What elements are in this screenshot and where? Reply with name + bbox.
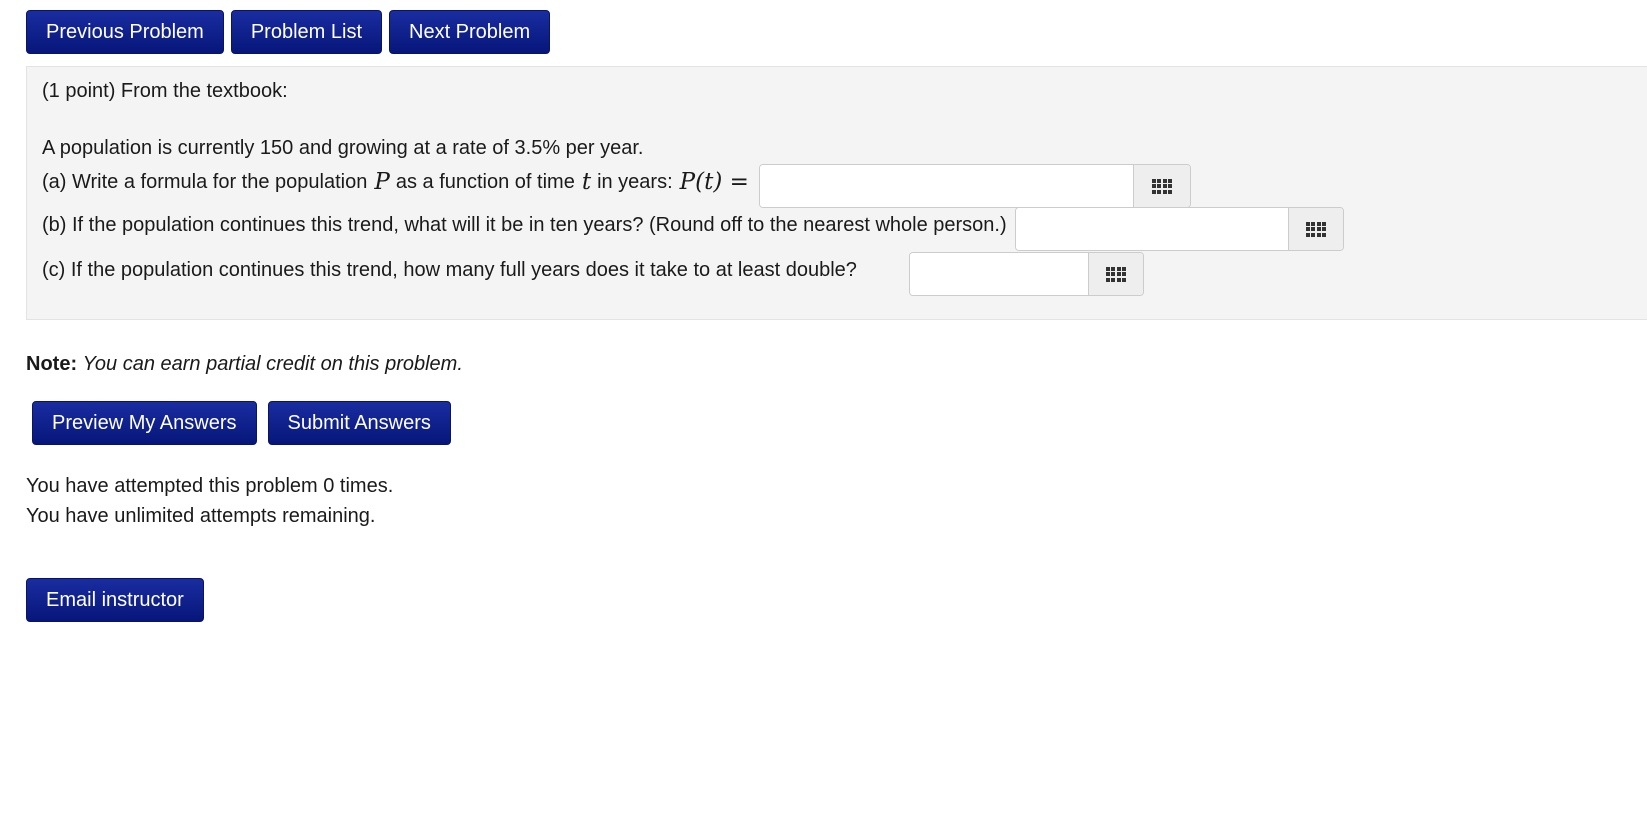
part-b-answer-group	[1015, 207, 1344, 251]
part-c-answer-input[interactable]	[910, 253, 1088, 295]
answer-actions: Preview My Answers Submit Answers	[32, 401, 451, 445]
note-label: Note:	[26, 353, 78, 375]
attempts-remaining: You have unlimited attempts remaining.	[26, 505, 376, 527]
part-b-equation-editor-button[interactable]	[1288, 208, 1343, 250]
part-c-equation-editor-button[interactable]	[1088, 253, 1143, 295]
formula-label: P(t) =	[679, 169, 749, 195]
note-text: You can earn partial credit on this prob…	[82, 353, 463, 375]
preview-answers-button[interactable]: Preview My Answers	[32, 401, 257, 445]
part-c-answer-group	[909, 252, 1144, 296]
part-a-answer-input[interactable]	[760, 165, 1134, 207]
variable-t: t	[581, 169, 592, 195]
part-a-text-mid: as a function of time	[395, 170, 575, 193]
part-b-question: (b) If the population continues this tre…	[42, 214, 1007, 236]
problem-statement: A population is currently 150 and growin…	[42, 137, 644, 159]
part-a-answer-group	[759, 164, 1191, 208]
submit-answers-button[interactable]: Submit Answers	[267, 401, 451, 445]
attempts-count: You have attempted this problem 0 times.	[26, 475, 394, 497]
problem-body: (1 point) From the textbook: A populatio…	[26, 66, 1647, 320]
variable-p: P	[374, 169, 390, 195]
part-a-text-after: in years:	[597, 170, 673, 193]
email-instructor-button[interactable]: Email instructor	[26, 578, 204, 622]
email-instructor-wrapper: Email instructor	[26, 578, 204, 622]
grid-icon	[1151, 178, 1173, 194]
partial-credit-note: Note: You can earn partial credit on thi…	[26, 353, 463, 376]
attempt-status: You have attempted this problem 0 times.…	[26, 471, 393, 531]
part-a-text-before: (a) Write a formula for the population	[42, 170, 368, 193]
grid-icon	[1105, 266, 1127, 282]
part-a-equation-editor-button[interactable]	[1133, 165, 1190, 207]
part-a-question: (a) Write a formula for the population P…	[42, 169, 752, 195]
problem-intro: (1 point) From the textbook:	[42, 80, 288, 102]
part-c-question: (c) If the population continues this tre…	[42, 259, 857, 281]
problem-navigation: Previous Problem Problem List Next Probl…	[26, 10, 551, 54]
grid-icon	[1305, 221, 1327, 237]
previous-problem-button[interactable]: Previous Problem	[26, 10, 224, 54]
problem-list-button[interactable]: Problem List	[230, 10, 382, 54]
part-b-answer-input[interactable]	[1016, 208, 1288, 250]
next-problem-button[interactable]: Next Problem	[389, 10, 551, 54]
